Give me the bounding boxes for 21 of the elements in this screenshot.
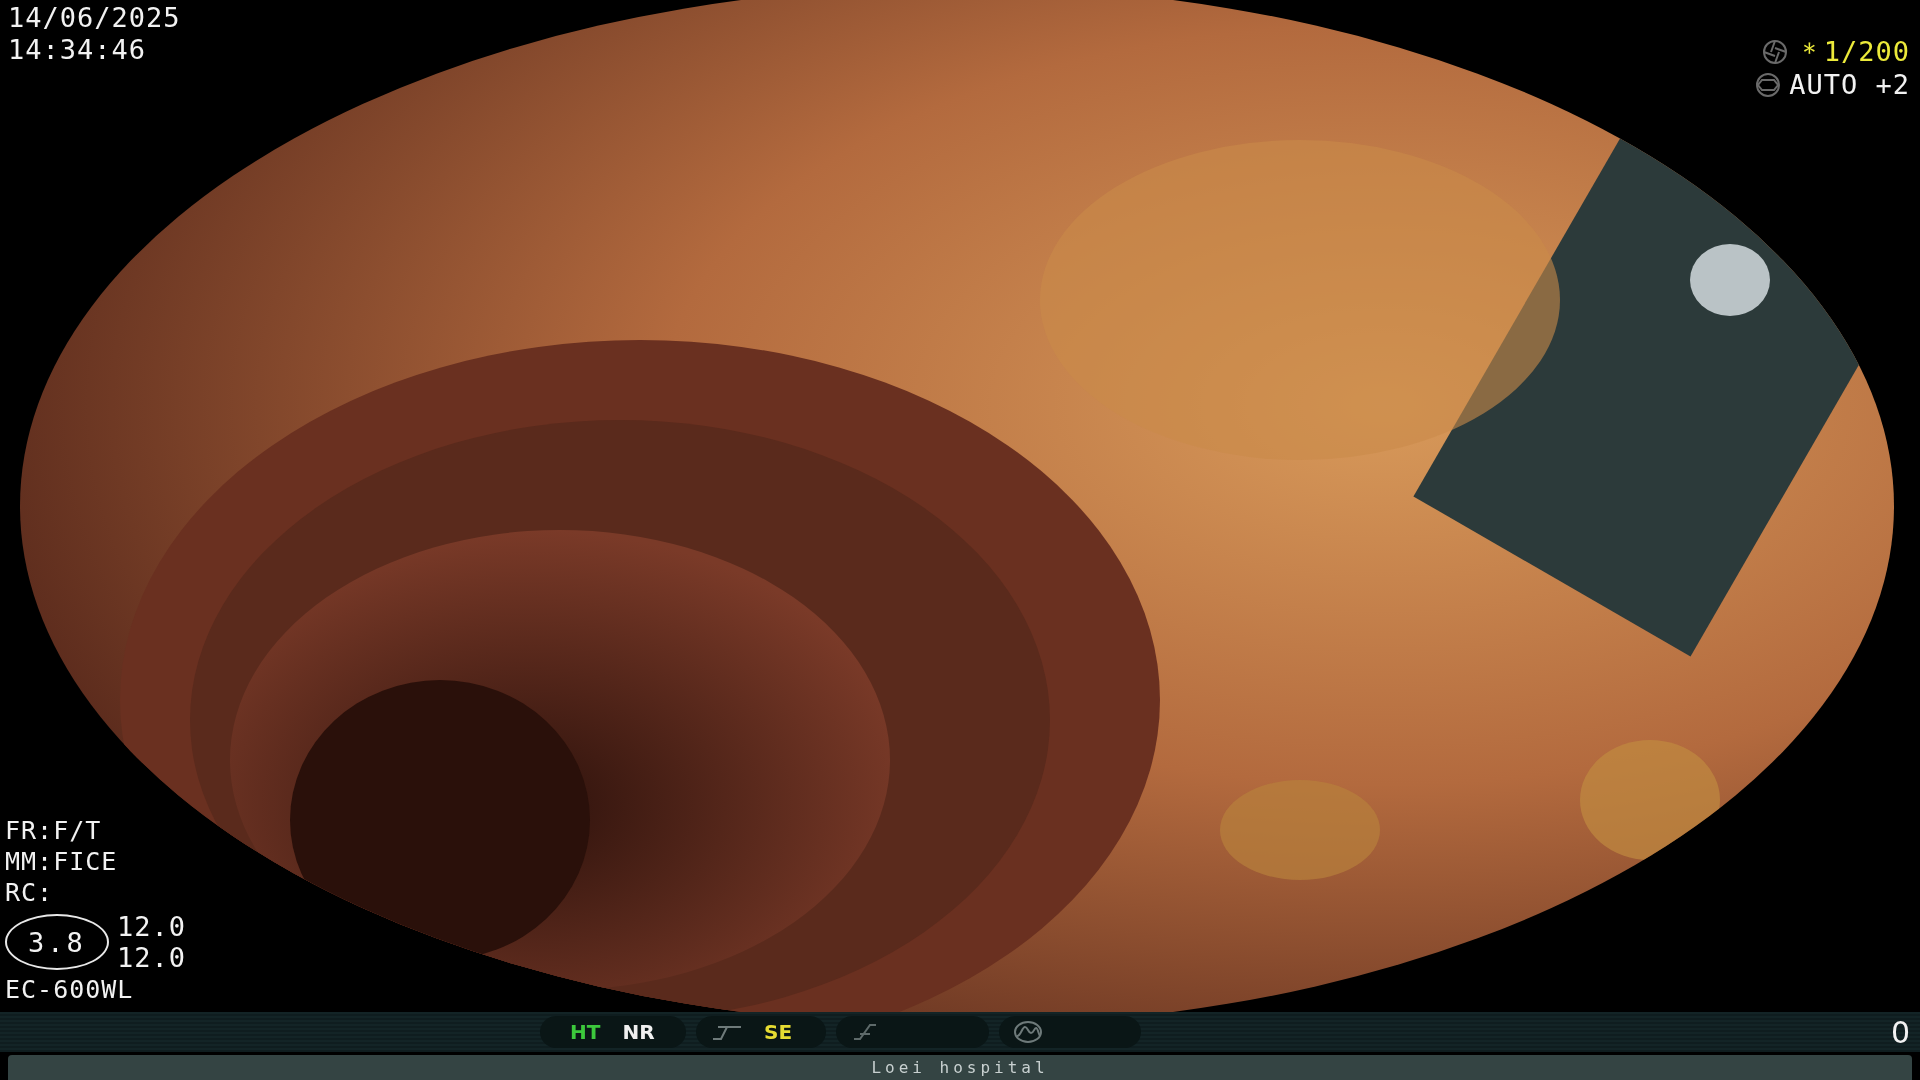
- date-text: 14/06/2025: [8, 4, 181, 31]
- reading-text: 12.0: [117, 913, 187, 940]
- mode-indicator: HT: [570, 1020, 601, 1044]
- reading-text: 12.0: [117, 944, 187, 971]
- exposure-mode: AUTO +2: [1789, 71, 1910, 98]
- scope-model: EC-600WL: [5, 977, 135, 1002]
- shutter-speed: ＊1/200: [1795, 38, 1910, 65]
- curve-icon: [712, 1023, 742, 1041]
- mode-indicator: NR: [622, 1020, 655, 1044]
- setting-text: FR:F/T: [5, 818, 103, 843]
- time-text: 14:34:46: [8, 36, 148, 63]
- counter-text: 0: [1890, 1014, 1910, 1050]
- setting-text: MM:FICE: [5, 849, 119, 874]
- mode-indicator: SE: [764, 1020, 793, 1044]
- shutter-icon: [1761, 38, 1788, 65]
- hospital-name: Loei hospital: [871, 1058, 1049, 1077]
- waveform-icon: [1013, 1020, 1043, 1044]
- slash-icon: [852, 1023, 878, 1041]
- iris-value: 3.8: [5, 914, 109, 970]
- setting-text: RC:: [5, 880, 55, 905]
- iris-icon: [1755, 71, 1782, 98]
